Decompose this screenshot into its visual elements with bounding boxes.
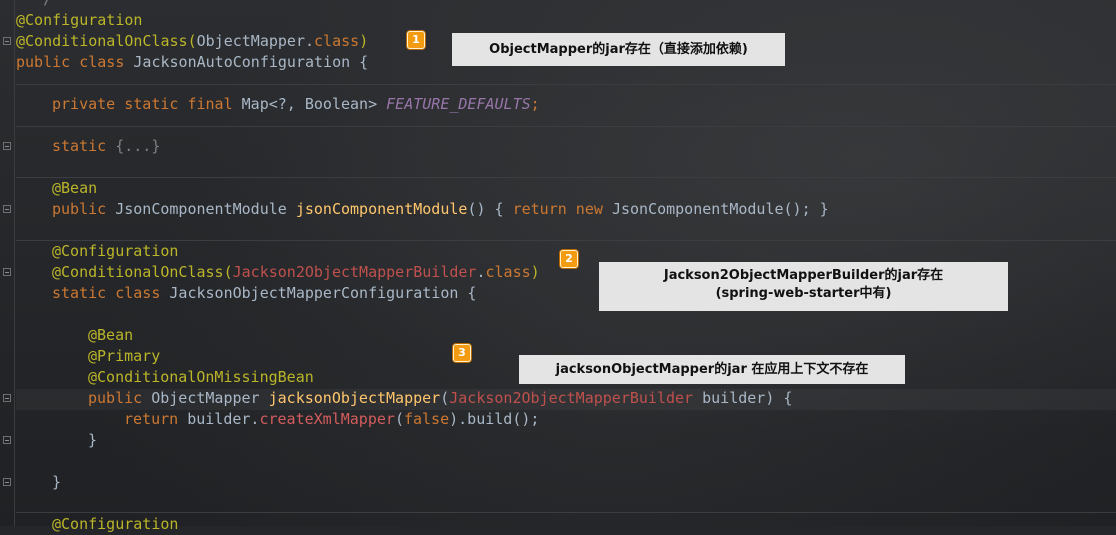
method-separator: [16, 84, 1116, 85]
code-line: public ObjectMapper jacksonObjectMapper(…: [88, 389, 793, 407]
code-line: @Bean: [88, 326, 134, 344]
editor-gutter: [0, 0, 15, 526]
code-line: */: [16, 0, 52, 10]
fold-toggle-icon[interactable]: [3, 436, 11, 444]
annotation-callout: ObjectMapper的jar存在（直接添加依赖): [452, 33, 785, 66]
fold-toggle-icon[interactable]: [3, 142, 11, 150]
code-line: static {...}: [52, 137, 161, 155]
step-badge: 1: [407, 31, 425, 49]
code-line: @Configuration: [16, 11, 143, 29]
code-line: }: [88, 431, 98, 449]
code-line: static class JacksonObjectMapperConfigur…: [52, 284, 477, 302]
code-line: private static final Map<?, Boolean> FEA…: [52, 95, 540, 113]
folded-block[interactable]: {...}: [115, 137, 160, 155]
code-line: @ConditionalOnMissingBean: [88, 368, 314, 386]
code-line: @ConditionalOnClass(Jackson2ObjectMapper…: [52, 263, 540, 281]
code-line: @Configuration: [52, 242, 179, 260]
code-line: return builder.createXmlMapper(false).bu…: [124, 410, 540, 428]
code-line: @ConditionalOnClass(ObjectMapper.class): [16, 32, 369, 50]
code-line: @Bean: [52, 179, 98, 197]
annotation-callout: Jackson2ObjectMapperBuilder的jar存在 (sprin…: [599, 262, 1008, 311]
method-separator: [16, 126, 1116, 127]
callout-line: Jackson2ObjectMapperBuilder的jar存在: [663, 268, 944, 283]
code-line: public class JacksonAutoConfiguration {: [16, 53, 369, 71]
code-line: public JsonComponentModule jsonComponent…: [52, 200, 829, 218]
callout-line: (spring-web-starter中有): [715, 286, 892, 301]
code-line: @Configuration: [52, 515, 179, 533]
method-separator: [16, 177, 1116, 178]
fold-toggle-icon[interactable]: [3, 268, 11, 276]
step-badge: 2: [560, 250, 578, 268]
fold-toggle-icon[interactable]: [3, 394, 11, 402]
method-separator: [16, 512, 1116, 513]
code-line: }: [52, 473, 62, 491]
annotation-callout: jacksonObjectMapper的jar 在应用上下文不存在: [519, 355, 905, 384]
method-separator: [16, 240, 1116, 241]
fold-toggle-icon[interactable]: [3, 37, 11, 45]
code-line: @Primary: [88, 347, 161, 365]
fold-toggle-icon[interactable]: [3, 205, 11, 213]
fold-toggle-icon[interactable]: [3, 478, 11, 486]
step-badge: 3: [453, 344, 471, 362]
